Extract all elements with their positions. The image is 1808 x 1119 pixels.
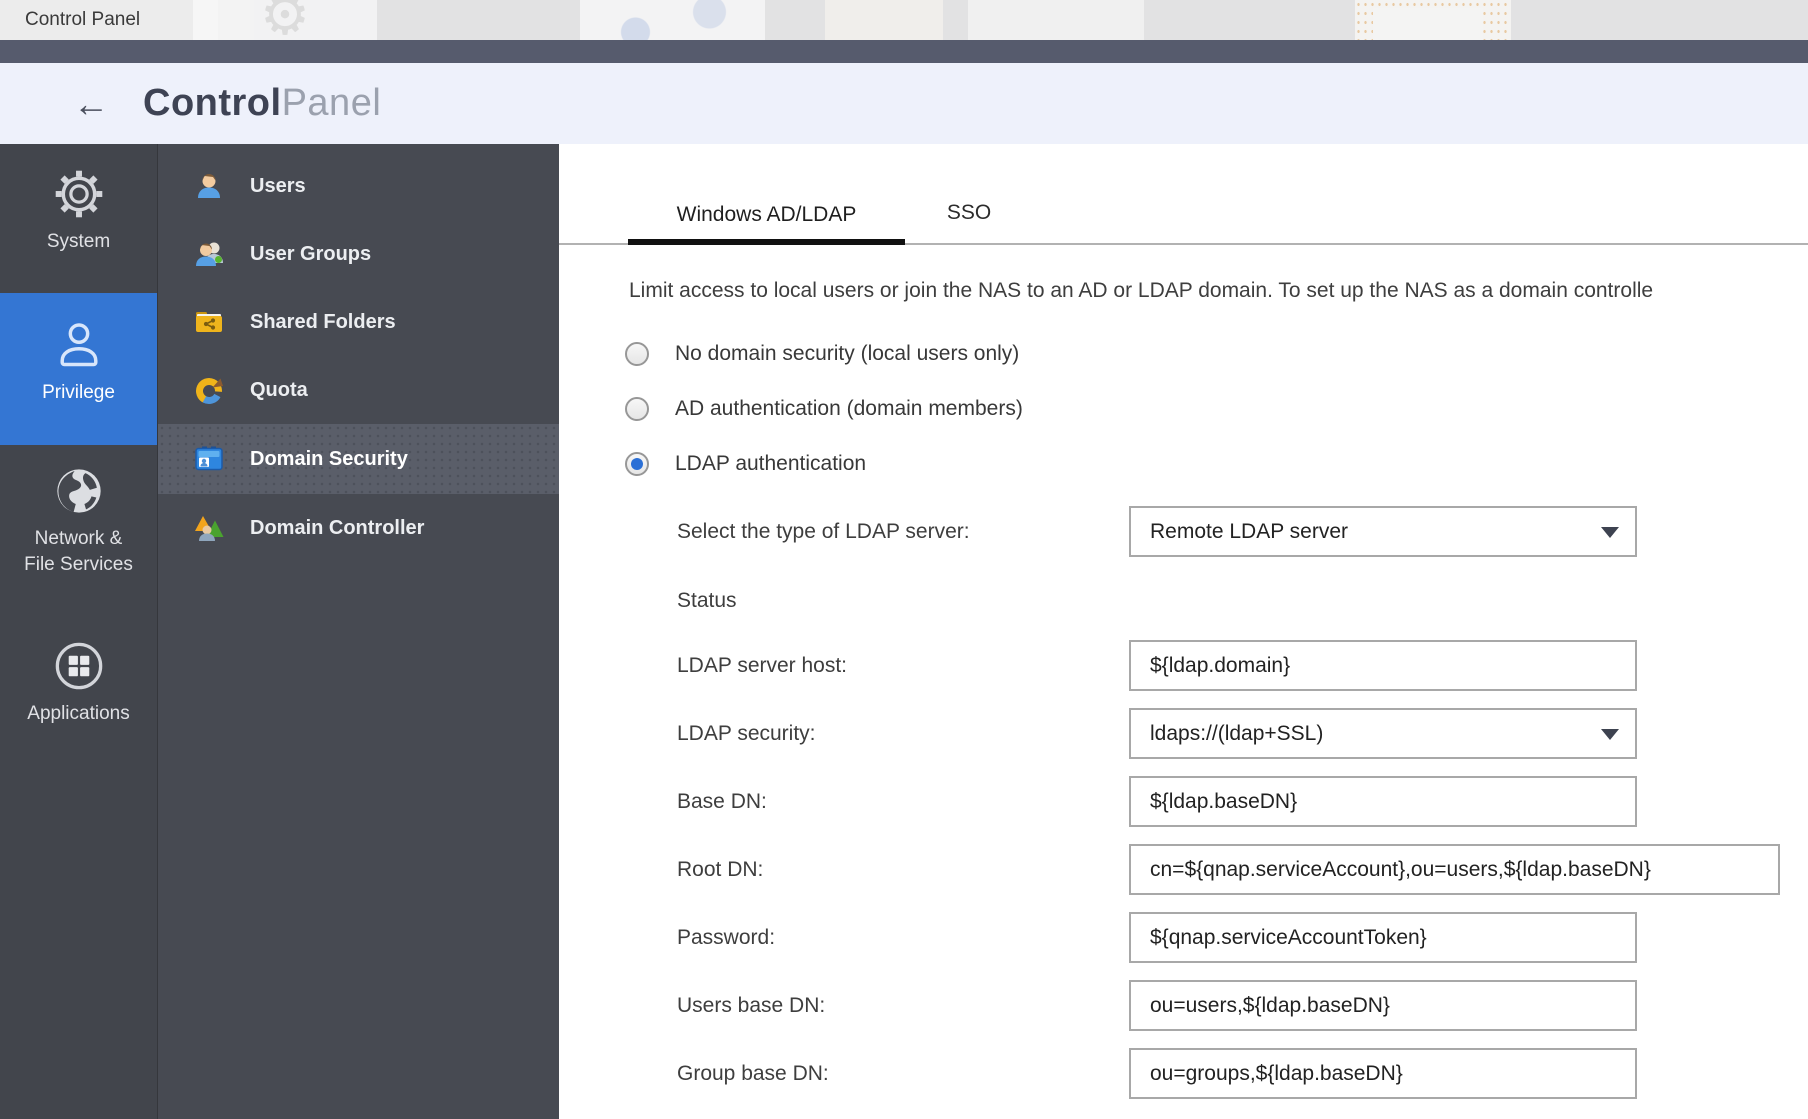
secondary-sidebar: Users User Groups — [158, 144, 559, 1119]
background-app-ghost — [968, 0, 1144, 40]
sidebar-item-label: Privilege — [42, 380, 115, 406]
radio-label: LDAP authentication — [675, 452, 866, 476]
domain-controller-icon — [194, 513, 224, 543]
form-row-password: Password: — [677, 912, 1808, 963]
control-panel-window: Control Panel ⚙ ← ControlPanel — [0, 0, 1808, 1119]
gear-icon — [53, 168, 105, 220]
sidebar-item-label: Applications — [27, 701, 129, 727]
sidebar-item-label: System — [47, 229, 110, 255]
ldap-server-host-input[interactable] — [1129, 640, 1637, 691]
radio-no-domain-security[interactable]: No domain security (local users only) — [625, 341, 1808, 366]
background-app-ghost-window — [1355, 0, 1511, 40]
sidebar-item-network-file-services[interactable]: Network & File Services — [0, 465, 157, 577]
sidebar-item-domain-security[interactable]: Domain Security — [158, 424, 559, 494]
root-dn-input[interactable] — [1129, 844, 1780, 895]
sidebar-item-label: Quota — [250, 379, 308, 402]
apps-grid-icon — [53, 640, 105, 692]
sidebar-item-users[interactable]: Users — [158, 152, 559, 220]
radio-label: No domain security (local users only) — [675, 342, 1019, 366]
form-row-ldap-server-type: Select the type of LDAP server: Remote L… — [677, 506, 1808, 557]
sidebar-item-label: User Groups — [250, 243, 371, 266]
page-title-secondary: Panel — [282, 82, 382, 124]
taskbar-strip: Control Panel ⚙ — [0, 0, 1808, 40]
field-label: Select the type of LDAP server: — [677, 520, 1129, 544]
taskbar-app-title: Control Panel — [25, 9, 140, 31]
password-input[interactable] — [1129, 912, 1637, 963]
radio-label: AD authentication (domain members) — [675, 397, 1023, 421]
radio-ldap-authentication[interactable]: LDAP authentication — [625, 451, 1808, 476]
sidebar-item-label: Domain Controller — [250, 517, 424, 540]
radio-icon[interactable] — [625, 342, 649, 366]
field-label: Group base DN: — [677, 1062, 1129, 1086]
sidebar-item-applications[interactable]: Applications — [0, 640, 157, 727]
form-row-group-base-dn: Group base DN: — [677, 1048, 1808, 1099]
field-label: Root DN: — [677, 858, 1129, 882]
field-label: LDAP server host: — [677, 654, 1129, 678]
tab-bar: Windows AD/LDAP SSO — [559, 144, 1808, 245]
tab-sso[interactable]: SSO — [927, 201, 1011, 243]
form-row-users-base-dn: Users base DN: — [677, 980, 1808, 1031]
background-app-ghost-gear: ⚙ — [193, 0, 377, 40]
form-row-base-dn: Base DN: — [677, 776, 1808, 827]
sidebar-item-privilege[interactable]: Privilege — [0, 293, 157, 446]
users-base-dn-input[interactable] — [1129, 980, 1637, 1031]
chevron-down-icon — [1601, 527, 1619, 538]
sidebar-item-label: Network & File Services — [19, 526, 139, 577]
form-row-ldap-security: LDAP security: ldaps://(ldap+SSL) — [677, 708, 1808, 759]
window-title-bar — [0, 40, 1808, 63]
globe-icon — [53, 465, 105, 517]
page-title-primary: Control — [143, 82, 282, 124]
field-label: Users base DN: — [677, 994, 1129, 1018]
ldap-security-dropdown[interactable]: ldaps://(ldap+SSL) — [1129, 708, 1637, 759]
shared-folder-icon — [194, 307, 224, 337]
dropdown-value: Remote LDAP server — [1150, 520, 1348, 544]
main-content: Windows AD/LDAP SSO Limit access to loca… — [559, 144, 1808, 1119]
radio-ad-authentication[interactable]: AD authentication (domain members) — [625, 396, 1808, 421]
ldap-settings-form: Select the type of LDAP server: Remote L… — [677, 506, 1808, 1099]
quota-donut-icon — [194, 375, 224, 405]
user-avatar-icon — [194, 171, 224, 201]
group-base-dn-input[interactable] — [1129, 1048, 1637, 1099]
radio-icon-selected[interactable] — [625, 452, 649, 476]
field-label: LDAP security: — [677, 722, 1129, 746]
primary-sidebar: System Privilege — [0, 144, 158, 1119]
page-header: ← ControlPanel — [0, 63, 1808, 144]
form-row-ldap-server-host: LDAP server host: — [677, 640, 1808, 691]
ldap-server-type-dropdown[interactable]: Remote LDAP server — [1129, 506, 1637, 557]
taskbar-app-tab[interactable]: Control Panel — [0, 0, 218, 40]
background-app-ghost-chart — [580, 0, 765, 40]
sidebar-item-shared-folders[interactable]: Shared Folders — [158, 288, 559, 356]
page-title: ControlPanel — [143, 82, 381, 125]
sidebar-item-system[interactable]: System — [0, 168, 157, 255]
sidebar-item-quota[interactable]: Quota — [158, 356, 559, 424]
background-app-ghost — [825, 0, 943, 40]
status-label: Status — [677, 589, 1808, 612]
form-row-root-dn: Root DN: — [677, 844, 1808, 895]
badge-icon — [194, 444, 224, 474]
tab-windows-ad-ldap[interactable]: Windows AD/LDAP — [628, 203, 905, 245]
sidebar-item-user-groups[interactable]: User Groups — [158, 220, 559, 288]
domain-security-options: No domain security (local users only) AD… — [625, 341, 1808, 476]
sidebar-item-label: Users — [250, 175, 306, 198]
user-group-icon — [194, 239, 224, 269]
field-label: Password: — [677, 926, 1129, 950]
sidebar-item-label: Domain Security — [250, 448, 408, 471]
field-label: Base DN: — [677, 790, 1129, 814]
chevron-down-icon — [1601, 729, 1619, 740]
back-arrow-button[interactable]: ← — [73, 86, 109, 122]
dropdown-value: ldaps://(ldap+SSL) — [1150, 722, 1323, 746]
radio-icon[interactable] — [625, 397, 649, 421]
user-icon — [53, 319, 105, 371]
sidebar-item-label: Shared Folders — [250, 311, 396, 334]
base-dn-input[interactable] — [1129, 776, 1637, 827]
sidebar-item-domain-controller[interactable]: Domain Controller — [158, 494, 559, 562]
domain-security-description: Limit access to local users or join the … — [629, 279, 1808, 303]
